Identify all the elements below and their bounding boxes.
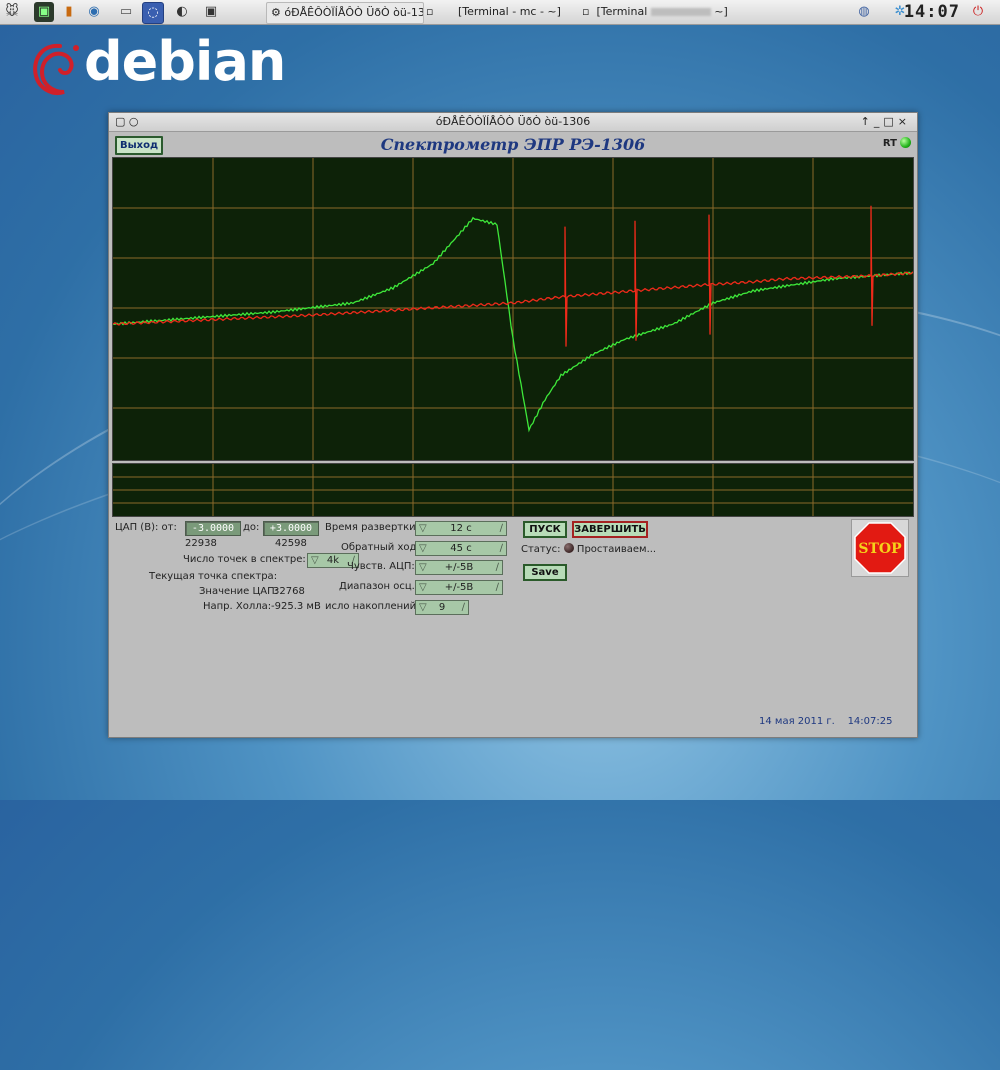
spin-right-icon: ∕ <box>499 523 503 534</box>
reverse-spinbox[interactable]: ▽ 45 с ∕ <box>415 541 507 556</box>
plot-grid <box>113 158 913 460</box>
current-point-label: Текущая точка спектра: <box>149 571 278 582</box>
window-icon: ▫ <box>426 5 434 18</box>
window-controls-icon[interactable]: ↑_□× <box>861 113 911 131</box>
debian-logo-text: debian <box>84 30 286 93</box>
task-terminal-2-suffix: ~] <box>714 5 728 18</box>
status-label: Статус: <box>521 544 561 555</box>
app-title: Спектрометр ЭПР РЭ-1306 <box>380 135 646 154</box>
task-terminal-2-label: [Terminal <box>596 5 648 18</box>
hall-value: -925.3 мВ <box>271 601 321 612</box>
rt-label: RT <box>882 138 897 149</box>
points-value: 4k <box>326 555 340 566</box>
start-button[interactable]: ПУСК <box>523 521 567 538</box>
window-title: óÐÅÊÔÒÏÍÅÔÒ ÜðÒ òü-1306 <box>435 115 591 128</box>
reverse-value: 45 с <box>450 543 472 554</box>
accum-spinbox[interactable]: ▽ 9 ∕ <box>415 600 469 615</box>
gear-icon: ⚙ <box>271 6 281 19</box>
window-menu-icon[interactable]: ▢ ○ <box>115 113 139 131</box>
logout-icon[interactable]: ⏻ <box>968 2 988 22</box>
spin-left-icon: ▽ <box>419 523 427 534</box>
spin-right-icon: ∕ <box>495 562 499 573</box>
workspace-4-icon[interactable]: ▣ <box>201 2 221 22</box>
finish-button[interactable]: ЗАВЕРШИТЬ <box>572 521 648 538</box>
network-icon[interactable]: ◍ <box>854 2 874 22</box>
dac-to-label: до: <box>243 522 260 533</box>
task-spectrometer[interactable]: ⚙ óÐÅÊÔÒÏÍÅÔÒ ÜðÒ òü-1306 <box>266 2 424 24</box>
points-label: Число точек в спектре: <box>183 554 306 565</box>
status-row: Статус: Простаиваем... <box>521 543 656 557</box>
spectrum-plot[interactable] <box>112 157 914 461</box>
terminal-launcher-icon[interactable]: ▣ <box>34 2 54 22</box>
debian-swirl-icon <box>33 43 79 95</box>
task-terminal-2[interactable]: ▫ [Terminal ~] <box>582 2 742 22</box>
spin-left-icon: ▽ <box>419 602 427 613</box>
browser-icon[interactable]: ◉ <box>84 2 104 22</box>
app-header: Выход Спектрометр ЭПР РЭ-1306 RT <box>109 132 917 156</box>
blurred-text <box>650 8 711 16</box>
accum-value: 9 <box>438 602 446 613</box>
reverse-label: Обратный ход: <box>341 542 420 553</box>
date-text: 14 мая 2011 г. <box>759 716 835 727</box>
taskbar: 🐭 ▣ ▮ ◉ ▭ ◌ ◐ ▣ ⚙ óÐÅÊÔÒÏÍÅÔÒ ÜðÒ òü-130… <box>0 0 1000 25</box>
spin-right-icon: ∕ <box>461 602 465 613</box>
stop-label: STOP <box>858 541 902 557</box>
stop-sign-icon: STOP <box>854 522 906 574</box>
rt-indicator: RT <box>883 137 911 149</box>
workspace-2-icon[interactable]: ◌ <box>142 2 164 24</box>
sweep-time-label: Время развертки: <box>325 522 420 533</box>
hall-label: Напр. Холла: <box>203 601 272 612</box>
stop-button[interactable]: STOP <box>851 519 909 577</box>
dac-label: ЦАП (В): от: <box>115 522 177 533</box>
workspace-1-icon[interactable]: ▭ <box>116 2 136 22</box>
status-value: Простаиваем... <box>576 544 657 555</box>
spin-left-icon: ▽ <box>311 555 319 566</box>
save-button[interactable]: Save <box>523 564 567 581</box>
spin-left-icon: ▽ <box>419 543 427 554</box>
spin-left-icon: ▽ <box>419 562 427 573</box>
window-icon: ▫ <box>582 5 590 18</box>
osc-range-value: +/-5В <box>444 582 474 593</box>
sweep-time-value: 12 с <box>450 523 472 534</box>
adc-sens-value: +/-5В <box>444 562 474 573</box>
task-terminal-mc-label: [Terminal - mc - ~] <box>457 5 561 18</box>
adc-sens-spinbox[interactable]: ▽ +/-5В ∕ <box>415 560 503 575</box>
window-titlebar[interactable]: ▢ ○ óÐÅÊÔÒÏÍÅÔÒ ÜðÒ òü-1306 ↑_□× <box>109 113 917 132</box>
osc-range-label: Диапазон осц.: <box>339 581 419 592</box>
task-terminal-mc[interactable]: ▫ [Terminal - mc - ~] <box>426 2 576 22</box>
spin-right-icon: ∕ <box>495 582 499 593</box>
rt-led-icon <box>900 137 911 148</box>
osc-range-spinbox[interactable]: ▽ +/-5В ∕ <box>415 580 503 595</box>
sweep-time-spinbox[interactable]: ▽ 12 с ∕ <box>415 521 507 536</box>
oscilloscope-plot[interactable] <box>112 463 914 517</box>
status-led-icon <box>563 543 574 553</box>
dac-from-code: 22938 <box>185 538 217 549</box>
dac-from-field[interactable]: -3.0000 <box>185 521 241 536</box>
dac-value: 32768 <box>273 586 305 597</box>
accum-label: исло накоплений: <box>325 601 420 612</box>
task-spectrometer-label: óÐÅÊÔÒÏÍÅÔÒ ÜðÒ òü-1306 <box>284 6 424 19</box>
spectrometer-window: ▢ ○ óÐÅÊÔÒÏÍÅÔÒ ÜðÒ òü-1306 ↑_□× Выход С… <box>108 112 918 738</box>
dac-to-code: 42598 <box>275 538 307 549</box>
date-time: 14 мая 2011 г. 14:07:25 <box>759 716 892 727</box>
time-text: 14:07:25 <box>847 716 893 727</box>
spin-right-icon: ∕ <box>499 543 503 554</box>
workspace-3-icon[interactable]: ◐ <box>172 2 192 22</box>
oscilloscope-grid <box>113 464 913 516</box>
sd-card-icon[interactable]: ▮ <box>59 2 79 22</box>
spin-left-icon: ▽ <box>419 582 427 593</box>
xfce-menu-icon[interactable]: 🐭 <box>2 2 22 22</box>
clock[interactable]: 14:07 <box>904 2 960 22</box>
adc-sens-label: Чувств. АЦП: <box>347 561 415 572</box>
dac-to-field[interactable]: +3.0000 <box>263 521 319 536</box>
dac-value-label: Значение ЦАП: <box>199 586 278 597</box>
